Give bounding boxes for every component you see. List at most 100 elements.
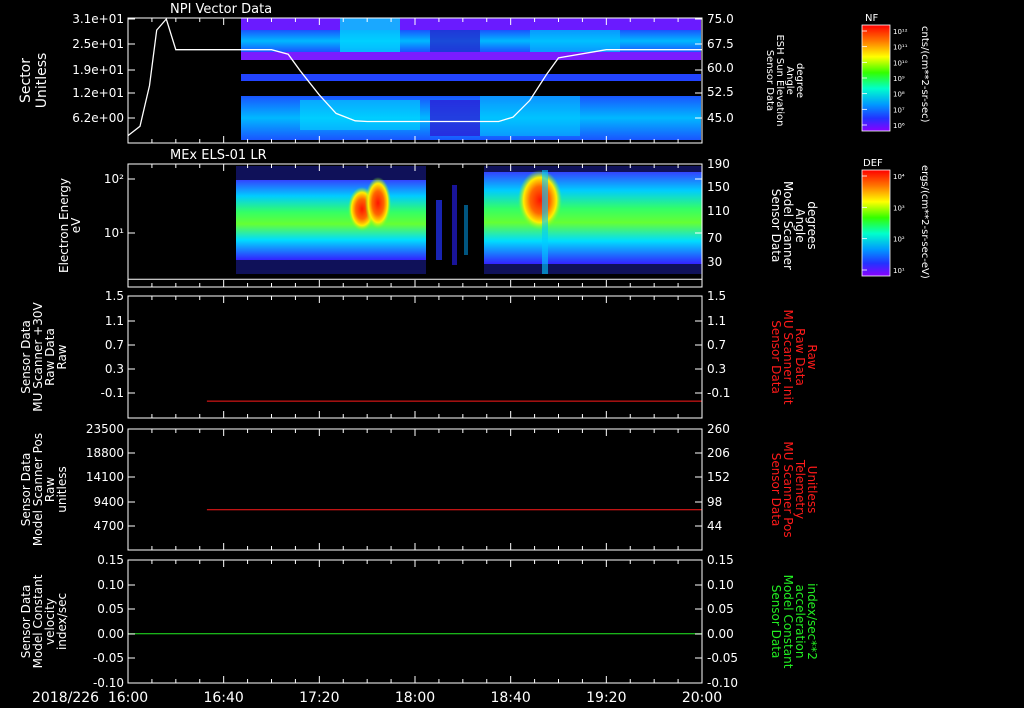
colorbar-tick-label: 10³ [893,204,905,212]
panel-5-ytick-label: 0.15 [97,553,124,567]
x-tick-label: 18:00 [395,690,435,706]
panel-2-y2label-line: Angle [793,208,807,242]
panel-4-y2tick-label: 260 [707,422,730,436]
x-tick-label: 17:20 [299,690,339,706]
npi-highlight-2 [530,30,620,52]
panel-5-y2label-line: index/sec**2 [805,583,819,660]
colorbar-tick-label: 10¹ [893,267,905,275]
panel-5-y2label-line: Sensor Data [769,585,783,659]
panel-4-ytick-label: 4700 [93,519,124,533]
panel-4-ytick-label: 14100 [86,470,124,484]
panel-4-y2label-line: MU Scanner Pos [781,441,795,537]
colorbar-def-bar [861,169,891,277]
panel-1-y2tick-label: 67.5 [707,37,734,51]
panel-4-y2label-line: Telemetry [793,459,807,519]
panel-1-ylabel-line: Sector [18,58,34,103]
x-tick-label: 18:40 [490,690,530,706]
colorbar-tick-label: 10⁹ [893,75,905,83]
panel-2-y2tick-label: 70 [707,231,722,245]
panel-2-ylabel-line: eV [69,217,83,233]
panel-4-y2tick-label: 152 [707,470,730,484]
panel-1-ytick-label: 3.1e+01 [72,12,124,26]
colorbar-tick-label: 10¹¹ [893,44,908,52]
colorbar-tick-label: 10⁶ [893,122,905,130]
els-hot-spot-3 [518,170,562,230]
panel-5-y2tick-label: 0.15 [707,553,734,567]
panel-5-y2tick-label: 0.10 [707,578,734,592]
colorbar-nf-units: cnts/(cm**2-sr-sec) [919,26,930,123]
panel-3-y2label-line: Raw Data [793,328,807,386]
npi-gap-3 [241,74,701,81]
panel-4-frame [127,428,703,551]
panel-5-y2tick-label: 0.00 [707,627,734,641]
panel-1-ytick-label: 1.2e+01 [72,86,124,100]
colorbar-nf-label: NF [865,13,878,24]
panel-5-frame [127,559,703,684]
colorbar-tick-label: 10¹⁰ [893,59,908,67]
panel-2-ytick-label: 10¹ [104,226,124,240]
panel-4-ytick-label: 9400 [93,495,124,509]
panel-2-ytick-label: 10² [104,172,124,186]
colorbar-def-label: DEF [863,158,883,169]
panel-1-y2tick-label: 45.0 [707,111,734,125]
colorbar-def: DEF 10⁴ 10³ 10² 10¹ ergs/(cm**2-sr-sec-eV) [861,158,930,279]
panel-3-ytick-label: 1.5 [105,289,124,303]
panel-3-ytick-label: 0.7 [105,338,124,352]
panel-5-ytick-label: 0.05 [97,602,124,616]
panel-3-y2tick-label: 1.5 [707,289,726,303]
panel-1-ytick-label: 2.5e+01 [72,37,124,51]
els-band-right [484,172,702,264]
panel-4-ylabel-line: unitless [55,466,69,512]
panel-4-y2tick-label: 98 [707,495,722,509]
panel-2-y2tick-label: 30 [707,255,722,269]
panel-5-y2tick-label: 0.05 [707,602,734,616]
els-spectrogram [236,166,702,274]
panel-5-y2tick-label: -0.10 [707,676,738,690]
panel-5-y2label-line: Model Constant [781,575,795,669]
panel-3-ytick-label: -0.1 [101,386,124,400]
panel-1-y2label-line: Sensor Data [764,50,775,111]
panel-3-y2label-line: MU Scanner Init [781,309,795,404]
x-tick-label: 16:00 [108,690,148,706]
colorbar-tick-label: 10⁸ [893,91,905,99]
panel-2-y2label-line: Sensor Data [769,189,783,263]
panel-3-y2tick-label: 0.7 [707,338,726,352]
panel-4-y2label-line: Sensor Data [769,453,783,527]
panel1-title: NPI Vector Data [170,2,272,17]
x-tick-labels: 16:00 16:40 17:20 18:00 18:40 19:20 20:00 [108,690,722,706]
panel-5-ytick-label: 0.00 [97,627,124,641]
panel-4-y2tick-label: 206 [707,446,730,460]
els-spike [542,170,548,274]
panel-5-ytick-label: 0.10 [97,578,124,592]
panel-2-y2tick-label: 150 [707,180,730,194]
panel-1-y2label-line: Angle [784,66,795,94]
els-dropout-2 [436,200,442,260]
panel-1-y2label-line: degree [794,63,805,98]
npi-strip-top [241,18,701,30]
colorbar-def-units: ergs/(cm**2-sr-sec-eV) [919,165,930,279]
colorbar-tick-label: 10⁷ [893,106,905,114]
panel-1-ylabel-line: Unitless [34,53,50,109]
panel-4-ytick-label: 23500 [86,422,124,436]
panel-1-y2label-line: ESH Sun Elevation [774,34,785,126]
colorbar-tick-label: 10¹² [893,28,908,36]
panel-3-y2label-line: Sensor Data [769,320,783,394]
npi-gap-2 [241,60,701,74]
panel-2-y2tick-label: 110 [707,204,730,218]
panel-4-ytick-label: 18800 [86,446,124,460]
panel-5-y2tick-label: -0.05 [707,651,738,665]
els-hot-spot-2 [365,177,391,229]
date-label: 2018/226 [32,690,99,706]
panel-5-y2label-line: acceleration [793,585,807,659]
colorbar-nf: NF 10¹² 10¹¹ 10¹⁰ 10⁹ 10⁸ 10⁷ 10⁶ cnts/(cm**2-… [861,13,930,132]
panel-3-frame [127,295,703,419]
els-dropout-3 [452,185,457,265]
panel-3-ytick-label: 1.1 [105,314,124,328]
panel-1-y2tick-label: 52.5 [707,85,734,99]
panel-3-y2tick-label: 0.3 [707,362,726,376]
npi-highlight-1 [340,18,400,52]
npi-dark-1 [430,30,480,52]
panel-2-y2label-line: Model Scanner [781,181,795,270]
panel-4-y2label-line: Unitless [805,466,819,514]
panel-5-ylabel-line: index/sec [55,593,69,650]
